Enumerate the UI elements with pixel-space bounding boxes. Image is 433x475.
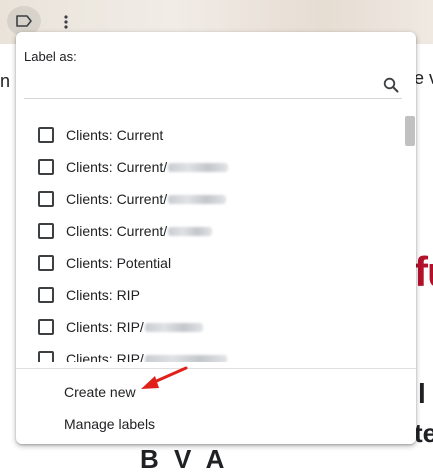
label-option[interactable]: Clients: Current/ (38, 219, 213, 243)
checkbox[interactable] (38, 319, 54, 335)
checkbox[interactable] (38, 351, 54, 362)
label-list: Clients: Current Clients: Current/ Clien… (16, 118, 416, 362)
background-text: n (0, 71, 11, 91)
label-option-text: Clients: RIP (66, 287, 140, 303)
manage-labels-button[interactable]: Manage labels (64, 416, 155, 432)
redacted-text (168, 194, 227, 204)
label-option[interactable]: Clients: RIP/ (38, 315, 203, 339)
label-option-text: Clients: Current/ (66, 191, 168, 207)
background-logo-text: fu (414, 248, 433, 295)
checkbox[interactable] (38, 255, 54, 271)
label-option[interactable]: Clients: Potential (38, 251, 171, 275)
redacted-text (168, 226, 213, 236)
checkbox[interactable] (38, 287, 54, 303)
label-as-menu: Label as: Clients: Current Clients: Curr… (16, 32, 416, 444)
background-text: e v (414, 68, 433, 88)
label-option-text: Clients: Current/ (66, 223, 168, 239)
label-icon (16, 15, 32, 27)
checkbox[interactable] (38, 127, 54, 143)
redacted-text (144, 354, 227, 362)
checkbox[interactable] (38, 223, 54, 239)
label-option-text: Clients: RIP/ (66, 319, 144, 335)
menu-heading: Label as: (24, 49, 77, 64)
label-option-text: Clients: Potential (66, 255, 172, 271)
checkbox[interactable] (38, 159, 54, 175)
background-text: te (414, 418, 433, 448)
label-option-text: Clients: Current/ (66, 159, 168, 175)
more-vert-icon (64, 15, 68, 29)
checkbox[interactable] (38, 191, 54, 207)
label-option[interactable]: Clients: Current/ (38, 187, 227, 211)
label-option-text: Clients: Current (66, 127, 164, 143)
label-option[interactable]: Clients: RIP/ (38, 347, 227, 362)
scrollbar-thumb[interactable] (405, 116, 415, 146)
label-option[interactable]: Clients: Current (38, 123, 163, 147)
label-search (24, 72, 402, 99)
label-option[interactable]: Clients: RIP (38, 283, 140, 307)
background-text: l (418, 378, 426, 409)
label-option-text: Clients: RIP/ (66, 351, 144, 362)
menu-divider (16, 368, 416, 369)
search-icon[interactable] (382, 76, 400, 94)
label-option[interactable]: Clients: Current/ (38, 155, 229, 179)
label-search-input[interactable] (24, 72, 368, 98)
create-new-label-button[interactable]: Create new (64, 384, 136, 400)
redacted-text (168, 162, 229, 172)
redacted-text (144, 322, 203, 332)
